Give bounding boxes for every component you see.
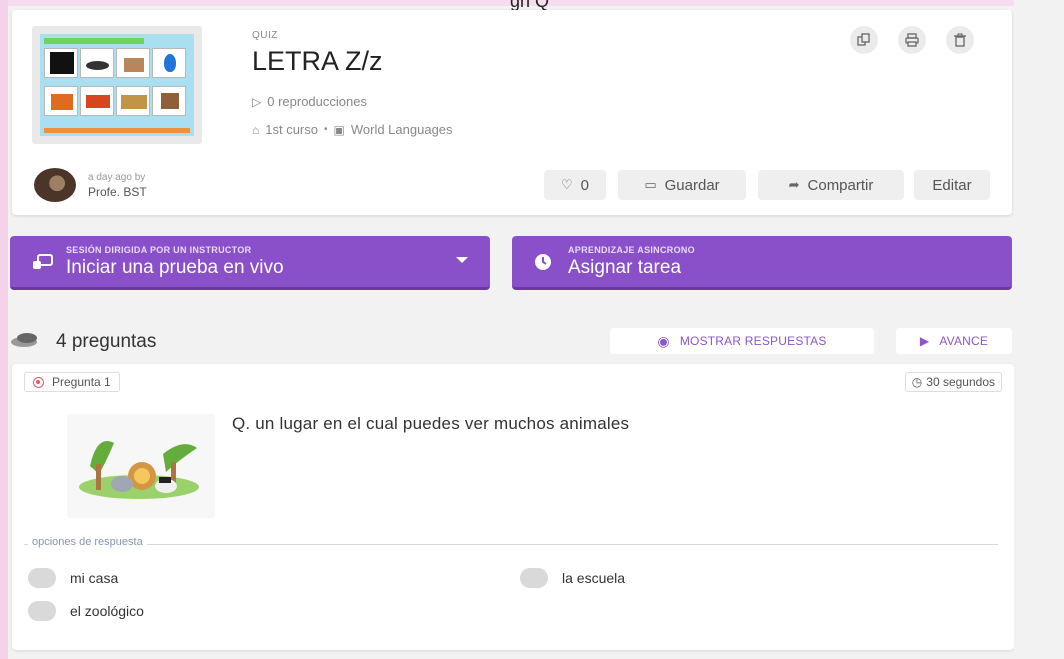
start-live-quiz-button[interactable]: SESIÓN DIRIGIDA POR UN INSTRUCTOR Inicia… — [10, 236, 490, 290]
show-answers-button[interactable]: ◉ MOSTRAR RESPUESTAS — [610, 328, 874, 354]
author-time: a day ago by — [88, 172, 146, 183]
answer-option[interactable]: el zoológico — [28, 601, 144, 621]
option-text: la escuela — [562, 570, 626, 586]
thumbnail-tile — [152, 48, 186, 78]
delete-button[interactable] — [946, 26, 974, 54]
live-session-caption: SESIÓN DIRIGIDA POR UN INSTRUCTOR — [66, 244, 252, 255]
grade-subject-line: ⌂ 1st curso • ▣ World Languages — [252, 122, 453, 137]
play-icon: ▶ — [919, 334, 930, 348]
options-divider — [24, 544, 998, 545]
option-text: el zoológico — [70, 603, 144, 619]
option-indicator — [520, 568, 548, 588]
assign-label: Asignar tarea — [568, 256, 682, 278]
assign-homework-button[interactable]: APRENDIZAJE ASINCRONO Asignar tarea — [512, 236, 1012, 290]
async-caption: APRENDIZAJE ASINCRONO — [568, 244, 695, 255]
thumbnail-tile — [152, 86, 186, 116]
clock-icon — [535, 253, 551, 270]
quiz-type-label: QUIZ — [252, 30, 278, 41]
question-card: Pregunta 1 ◷ 30 segundos Q. un lugar en … — [12, 364, 1014, 650]
grade-label: 1st curso — [265, 122, 318, 137]
share-label: Compartir — [807, 176, 874, 194]
print-button[interactable] — [898, 26, 926, 54]
left-border — [0, 0, 8, 659]
heart-icon: ♡ — [561, 177, 573, 192]
question-count: 4 preguntas — [56, 331, 157, 352]
answer-option[interactable]: mi casa — [28, 568, 118, 588]
live-session-label: Iniciar una prueba en vivo — [66, 256, 284, 278]
plays-count: 0 reproducciones — [267, 94, 367, 109]
play-icon: ▷ — [252, 94, 262, 109]
chevron-down-icon[interactable] — [456, 257, 468, 263]
edit-button[interactable]: Editar — [914, 170, 990, 200]
thumbnail-tile — [80, 86, 114, 116]
question-number-tag: Pregunta 1 — [24, 372, 120, 392]
answer-options-label: opciones de respuesta — [28, 536, 147, 548]
option-indicator — [28, 568, 56, 588]
target-icon — [33, 376, 44, 388]
book-icon: ▣ — [333, 122, 345, 137]
subject-label: World Languages — [350, 122, 453, 137]
answer-option[interactable]: la escuela — [520, 568, 625, 588]
separator-dot: • — [324, 124, 328, 135]
author-name[interactable]: Profe. BST — [88, 185, 147, 199]
share-button[interactable]: ➦ Compartir — [758, 170, 904, 200]
thumbnail-tile — [116, 48, 150, 78]
thumbnail-tile — [44, 86, 78, 116]
copy-button[interactable] — [850, 26, 878, 54]
save-button[interactable]: ▭ Guardar — [618, 170, 746, 200]
time-tag: ◷ 30 segundos — [904, 372, 1002, 392]
save-label: Guardar — [664, 176, 720, 194]
eye-icon: ◉ — [657, 332, 670, 349]
show-answers-label: MOSTRAR RESPUESTAS — [679, 334, 827, 348]
question-label: Pregunta 1 — [52, 375, 111, 389]
page-gutter — [1014, 0, 1064, 659]
thumbnail-tile — [116, 86, 150, 116]
option-indicator — [28, 601, 56, 621]
timer-icon: ◷ — [911, 375, 923, 389]
edit-label: Editar — [932, 176, 972, 194]
graduation-cap-icon: ⌂ — [252, 122, 260, 137]
quiz-thumbnail — [32, 26, 202, 144]
quiz-overview-card: QUIZ LETRA Z/z ▷ 0 reproducciones ⌂ 1st … — [12, 10, 1012, 215]
presentation-icon — [33, 253, 53, 269]
thumbnail-image — [40, 34, 194, 136]
plays-line: ▷ 0 reproducciones — [252, 94, 367, 109]
print-icon — [905, 33, 919, 47]
like-button[interactable]: ♡ 0 — [544, 170, 606, 200]
question-image[interactable] — [67, 414, 215, 518]
author-avatar[interactable] — [34, 168, 76, 202]
thumbnail-tile — [44, 48, 78, 78]
preview-button[interactable]: ▶ AVANCE — [896, 328, 1012, 354]
like-count: 0 — [580, 176, 589, 194]
zoo-illustration — [67, 414, 215, 518]
trash-icon — [954, 33, 966, 47]
share-icon: ➦ — [788, 177, 800, 192]
time-label: 30 segundos — [926, 375, 995, 389]
quiz-title: LETRA Z/z — [252, 46, 383, 76]
thumbnail-bottom-bar — [44, 128, 190, 133]
questions-stack-icon — [11, 333, 37, 347]
thumbnail-title-bar — [44, 38, 144, 44]
preview-label: AVANCE — [939, 334, 989, 348]
question-text: Q. un lugar en el cual puedes ver muchos… — [232, 414, 630, 433]
copy-icon — [857, 33, 870, 46]
thumbnail-tile — [80, 48, 114, 78]
option-text: mi casa — [70, 570, 119, 586]
folder-icon: ▭ — [644, 177, 657, 192]
